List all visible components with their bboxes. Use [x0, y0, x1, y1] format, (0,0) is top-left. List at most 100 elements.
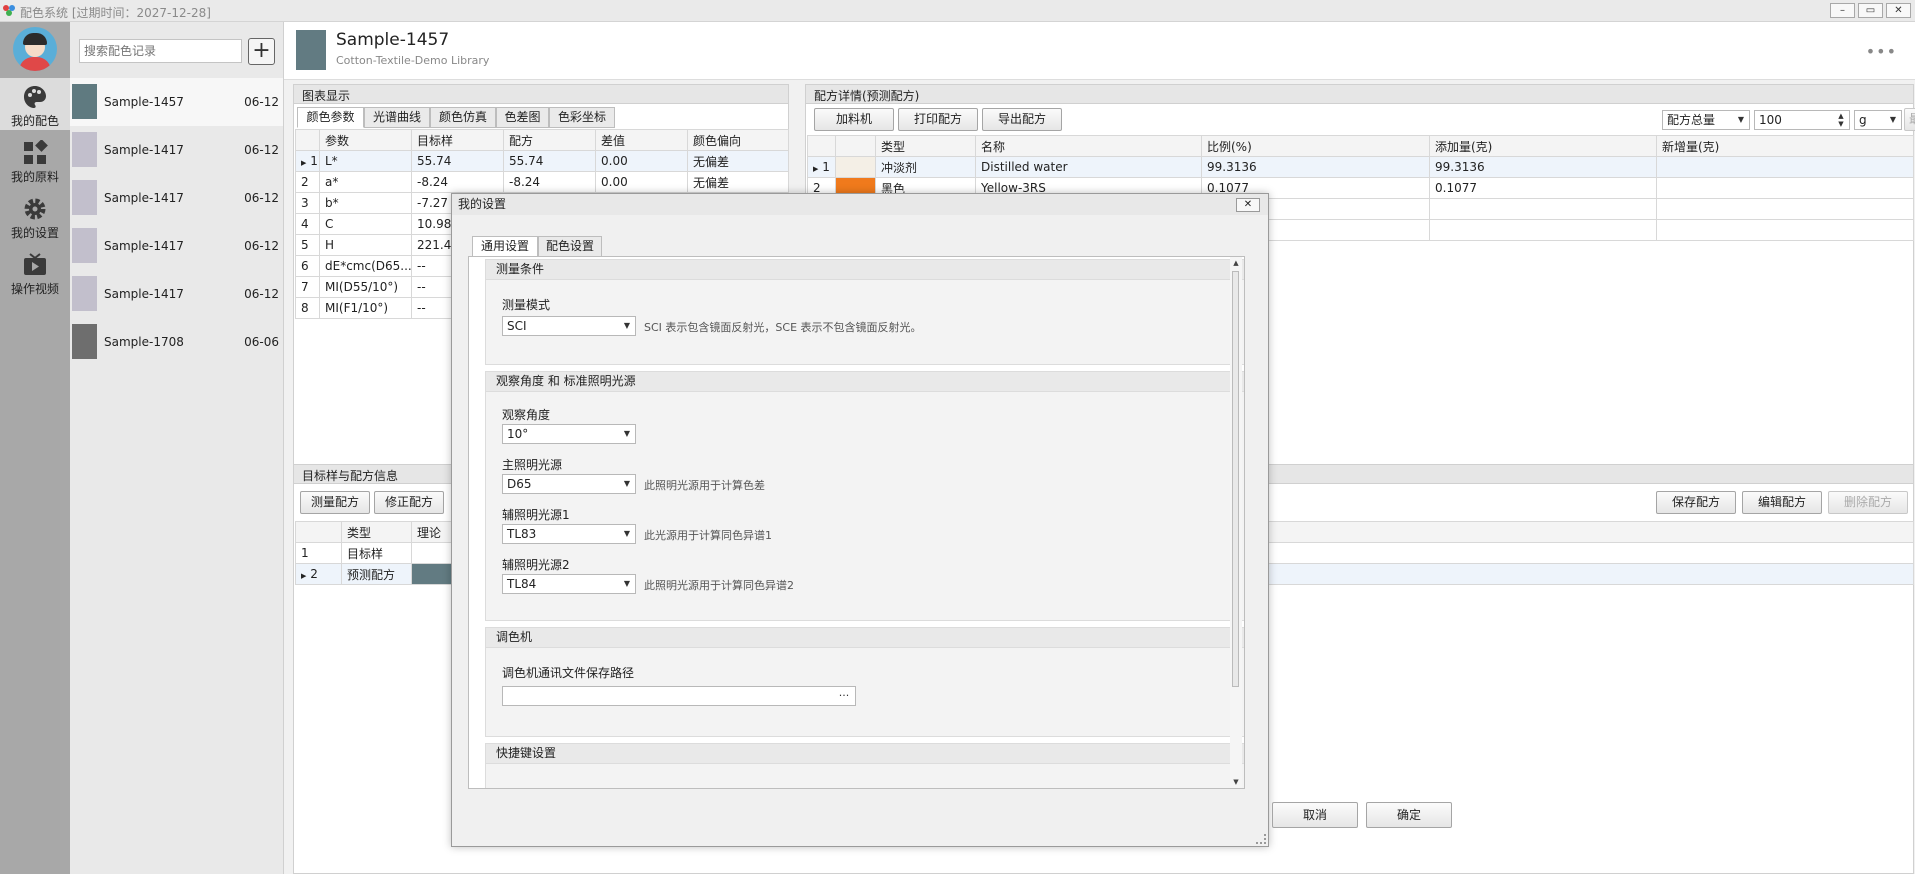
app-window: 配色系统 [过期时间：2027-12-28] – ▭ ✕ 我的配色 我的原料 我… [0, 0, 1915, 874]
record-date: 06-06 [244, 335, 279, 349]
main-illuminant-value: D65 [507, 477, 532, 491]
predicted-color-swatch [412, 564, 452, 584]
col-header: 名称 [975, 135, 1202, 157]
table-cell: b* [319, 192, 412, 214]
section-observer: 观察角度 和 标准照明光源 观察角度 10° ▼ 主照明光源 D65 ▼ 此照明光源… [485, 371, 1244, 621]
table-row[interactable]: ▶ 1 L* 55.74 55.74 0.00 无偏差 [295, 150, 789, 172]
table-row[interactable]: ▶ 1 冲淡剂 Distilled water 99.3136 99.3136 [807, 156, 1914, 178]
window-title: 配色系统 [过期时间：2027-12-28] [20, 6, 211, 20]
measure-mode-select[interactable]: SCI ▼ [502, 316, 636, 336]
app-logo-icon [3, 5, 15, 17]
resize-grip-icon[interactable] [1256, 834, 1266, 844]
minimize-button[interactable]: – [1830, 3, 1855, 18]
avatar[interactable] [13, 27, 57, 71]
main-illuminant-hint: 此照明光源用于计算色差 [644, 479, 765, 492]
list-item[interactable]: Sample-1708 06-06 [70, 318, 283, 366]
table-cell [1656, 219, 1914, 241]
observer-angle-select[interactable]: 10° ▼ [502, 424, 636, 444]
add-record-button[interactable]: + [248, 38, 275, 65]
table-cell: 无偏差 [687, 171, 789, 193]
material-add [1656, 156, 1914, 178]
close-window-button[interactable]: ✕ [1886, 3, 1911, 18]
tab-color-coords[interactable]: 色彩坐标 [549, 107, 615, 128]
tab-color-diff-chart[interactable]: 色差图 [496, 107, 549, 128]
col-header: 参数 [319, 129, 412, 151]
tab-spectral-curve[interactable]: 光谱曲线 [364, 107, 430, 128]
total-type-select[interactable]: 配方总量 ▼ [1662, 110, 1750, 130]
nav-my-colors[interactable]: 我的配色 [0, 78, 70, 130]
chevron-down-icon: ▼ [623, 479, 631, 488]
col-header: 比例(%) [1201, 135, 1430, 157]
scroll-thumb[interactable] [1232, 271, 1239, 687]
ok-button[interactable]: 确定 [1366, 802, 1452, 828]
table-row[interactable]: 2 a* -8.24 -8.24 0.00 无偏差 [295, 171, 789, 193]
list-item[interactable]: Sample-1457 06-12 [70, 78, 283, 126]
material-ratio: 99.3136 [1201, 156, 1430, 178]
search-input[interactable] [79, 39, 242, 63]
nav-label: 我的配色 [10, 114, 59, 128]
nav-tutorial-video[interactable]: 操作视频 [0, 246, 70, 298]
export-formula-button[interactable]: 导出配方 [982, 108, 1062, 131]
material-color-cell [835, 156, 876, 178]
col-header [835, 135, 876, 157]
dialog-body: 测量条件 测量模式 SCI ▼ SCI 表示包含镜面反射光，SCE 表示不包含镜面… [468, 256, 1245, 789]
list-item[interactable]: Sample-1417 06-12 [70, 222, 283, 270]
title-bar: 配色系统 [过期时间：2027-12-28] – ▭ ✕ [0, 0, 1915, 22]
chevron-down-icon: ▼ [623, 321, 631, 330]
list-item[interactable]: Sample-1417 06-12 [70, 270, 283, 318]
save-formula-button[interactable]: 保存配方 [1656, 491, 1736, 514]
main-illuminant-select[interactable]: D65 ▼ [502, 474, 636, 494]
dispenser-path-input[interactable]: ··· [502, 686, 856, 706]
section-dispenser: 调色机 调色机通讯文件保存路径 ··· [485, 627, 1244, 737]
record-header: Sample-1457 Cotton-Textile-Demo Library … [284, 22, 1915, 80]
table-cell: H [319, 234, 412, 256]
dialog-scrollbar[interactable]: ▲ ▼ [1230, 257, 1242, 788]
nav-my-settings[interactable]: 我的设置 [0, 190, 70, 242]
print-formula-button[interactable]: 打印配方 [898, 108, 978, 131]
row-index: 6 [295, 255, 320, 277]
table-cell: MI(D55/10°) [319, 276, 412, 298]
nav-my-materials[interactable]: 我的原料 [0, 134, 70, 186]
browse-button[interactable]: ··· [833, 687, 855, 705]
col-header: 目标样 [411, 129, 504, 151]
tab-color-params[interactable]: 颜色参数 [297, 107, 364, 128]
unit-select[interactable]: g ▼ [1854, 110, 1902, 130]
record-color-swatch [72, 180, 97, 215]
list-item[interactable]: Sample-1417 06-12 [70, 126, 283, 174]
chevron-down-icon: ▼ [623, 429, 631, 438]
chevron-down-icon: ▼ [623, 579, 631, 588]
dispenser-button[interactable]: 加料机 [814, 108, 894, 131]
measure-formula-button[interactable]: 测量配方 [300, 491, 370, 514]
chevron-down-icon: ▼ [623, 529, 631, 538]
tab-general-settings[interactable]: 通用设置 [472, 236, 538, 257]
tab-color-settings[interactable]: 配色设置 [538, 236, 602, 257]
delete-formula-button[interactable]: 删除配方 [1828, 491, 1908, 514]
correct-formula-button[interactable]: 修正配方 [374, 491, 444, 514]
aux2-illuminant-value: TL84 [507, 577, 537, 591]
unit-value: g [1859, 113, 1867, 127]
edit-formula-button[interactable]: 编辑配方 [1742, 491, 1822, 514]
table-cell [1429, 219, 1657, 241]
list-item[interactable]: Sample-1417 06-12 [70, 174, 283, 222]
total-amount-spinner[interactable]: 100 ▲ ▼ [1754, 110, 1850, 130]
aux2-illuminant-select[interactable]: TL84 ▼ [502, 574, 636, 594]
material-color-swatch [836, 157, 875, 177]
cancel-button[interactable]: 取消 [1272, 802, 1358, 828]
col-header: 配方 [503, 129, 596, 151]
row-pointer-icon: ▶ [301, 159, 307, 167]
mode-label: 测量模式 [502, 298, 551, 312]
dialog-close-button[interactable]: ✕ [1236, 198, 1260, 212]
maximize-button[interactable]: ▭ [1858, 3, 1883, 18]
aux1-illuminant-select[interactable]: TL83 ▼ [502, 524, 636, 544]
record-color-swatch [72, 276, 97, 311]
more-menu-icon[interactable]: ••• [1866, 42, 1897, 61]
record-title: Sample-1457 [336, 30, 450, 50]
nav-rail: 我的配色 我的原料 我的设置 操作视频 [0, 22, 70, 874]
min-add-button[interactable]: 最小新增量 [1904, 108, 1915, 131]
main-illuminant-label: 主照明光源 [502, 458, 563, 472]
record-color-swatch [72, 84, 97, 119]
row-index: ▶ 1 [807, 156, 836, 178]
scroll-down-icon[interactable]: ▼ [1230, 776, 1242, 788]
tab-color-simulation[interactable]: 颜色仿真 [430, 107, 496, 128]
scroll-up-icon[interactable]: ▲ [1230, 257, 1242, 269]
